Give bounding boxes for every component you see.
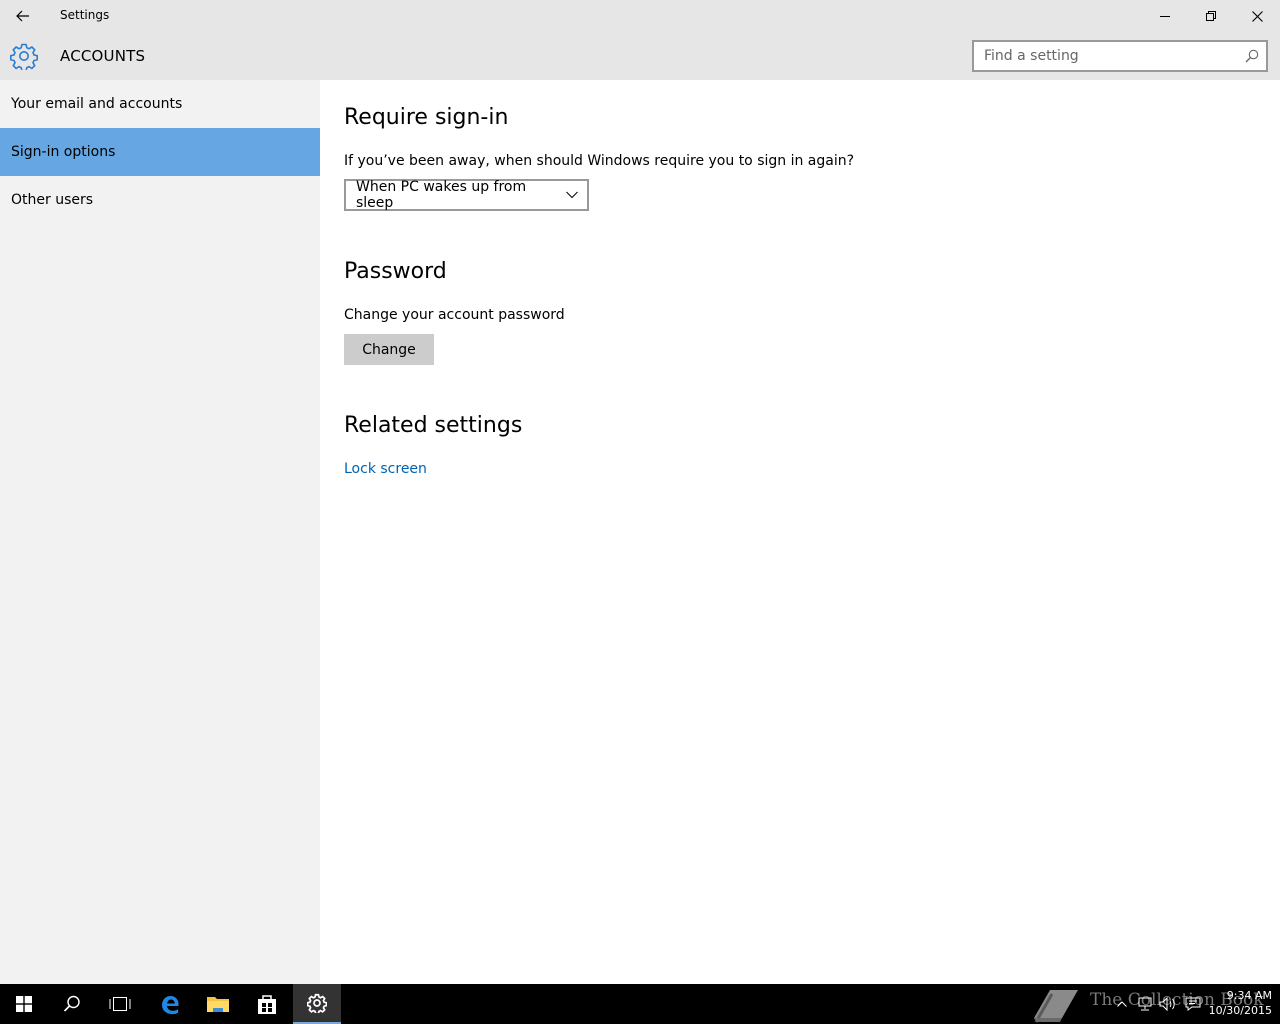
speaker-icon: [1159, 997, 1175, 1011]
windows-logo-icon: [16, 996, 32, 1012]
notification-icon: [1185, 997, 1201, 1011]
store-button[interactable]: [243, 984, 291, 1024]
magnifier-icon: [1245, 49, 1259, 63]
volume-tray-button[interactable]: [1158, 994, 1178, 1014]
restore-icon: [1206, 11, 1216, 21]
task-view-button[interactable]: [96, 984, 144, 1024]
password-heading: Password: [344, 259, 447, 284]
book-watermark-icon: [1034, 990, 1078, 1023]
taskbar: The Collection Book 9:34 AM 10/30/2015: [0, 984, 1280, 1024]
search-box[interactable]: [972, 40, 1268, 72]
sidebar-item-email-accounts[interactable]: Your email and accounts: [0, 80, 320, 128]
gear-icon: [10, 43, 38, 70]
task-view-icon: [109, 997, 131, 1011]
chevron-down-icon: [557, 181, 587, 209]
network-tray-button[interactable]: [1135, 994, 1155, 1014]
sidebar: Your email and accounts Sign-in options …: [0, 80, 320, 984]
gear-icon: [307, 993, 327, 1013]
require-signin-heading: Require sign-in: [344, 105, 509, 130]
minimize-button[interactable]: [1142, 0, 1188, 32]
sidebar-item-other-users[interactable]: Other users: [0, 176, 320, 224]
app-header: ACCOUNTS: [0, 32, 1280, 80]
network-icon: [1138, 997, 1152, 1011]
taskbar-search-button[interactable]: [48, 984, 96, 1024]
title-bar: Settings: [0, 0, 1280, 32]
clock-time: 9:34 AM: [1226, 989, 1272, 1002]
edge-button[interactable]: [146, 984, 194, 1024]
search-input[interactable]: [974, 42, 1238, 70]
store-bag-icon: [258, 995, 276, 1014]
close-icon: [1251, 10, 1263, 22]
change-password-button[interactable]: Change: [344, 334, 434, 365]
edge-browser-icon: [162, 996, 179, 1015]
back-arrow-icon: [16, 10, 29, 22]
related-settings-heading: Related settings: [344, 413, 523, 438]
section-title: ACCOUNTS: [60, 47, 146, 65]
main-content: Require sign-in If you’ve been away, whe…: [320, 80, 1280, 984]
require-signin-dropdown[interactable]: When PC wakes up from sleep: [344, 179, 589, 211]
action-center-button[interactable]: [1183, 994, 1203, 1014]
sidebar-item-sign-in-options[interactable]: Sign-in options: [0, 128, 320, 176]
window-title: Settings: [60, 8, 110, 22]
folder-icon: [207, 997, 229, 1012]
taskbar-clock[interactable]: 9:34 AM 10/30/2015: [1206, 988, 1272, 1018]
require-signin-question: If you’ve been away, when should Windows…: [344, 153, 855, 169]
search-icon[interactable]: [1238, 42, 1266, 70]
start-button[interactable]: [0, 984, 48, 1024]
dropdown-selected-value: When PC wakes up from sleep: [356, 179, 527, 211]
show-hidden-icons-button[interactable]: [1112, 994, 1132, 1014]
settings-taskbar-button[interactable]: [293, 984, 341, 1024]
lock-screen-link[interactable]: Lock screen: [344, 461, 427, 477]
restore-button[interactable]: [1188, 0, 1234, 32]
file-explorer-button[interactable]: [194, 984, 242, 1024]
clock-date: 10/30/2015: [1208, 1004, 1272, 1017]
password-description: Change your account password: [344, 307, 565, 323]
search-icon: [63, 995, 80, 1012]
minimize-icon: [1160, 16, 1170, 17]
close-button[interactable]: [1234, 0, 1280, 32]
chevron-up-icon: [1117, 1001, 1127, 1007]
back-button[interactable]: [0, 0, 46, 32]
